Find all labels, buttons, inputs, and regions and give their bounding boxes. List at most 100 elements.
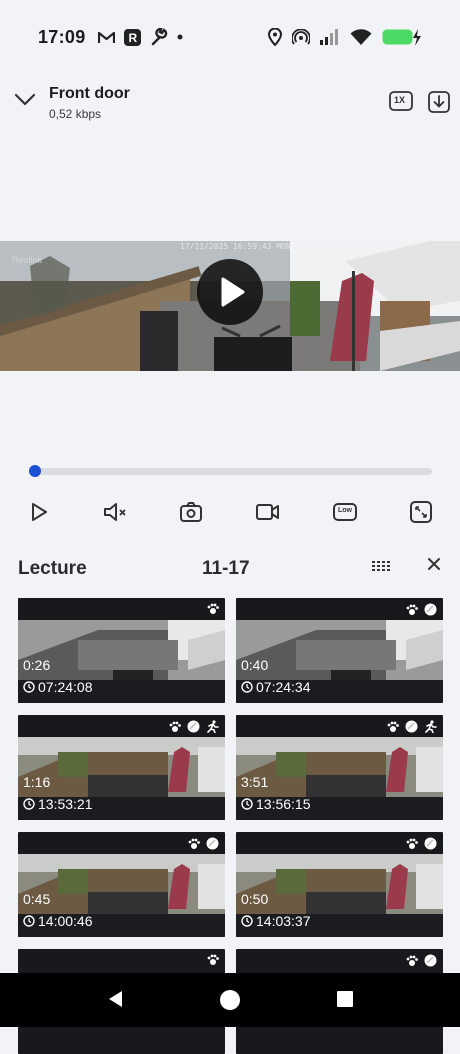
play-icon (221, 277, 245, 307)
vehicle-detection-icon (187, 720, 200, 733)
vehicle-detection-icon (424, 603, 437, 616)
speed-button[interactable]: 1X (389, 91, 413, 111)
quality-button[interactable]: Low (329, 497, 361, 527)
record-button[interactable] (252, 497, 284, 527)
recording-clip[interactable]: 3:51 13:56:15 (236, 715, 443, 820)
pet-detection-icon (406, 838, 418, 850)
system-nav-bar (0, 973, 460, 1027)
fullscreen-icon (410, 501, 432, 523)
pet-detection-icon (207, 603, 219, 615)
clock-icon (241, 915, 253, 927)
r-app-icon: R (123, 28, 141, 46)
pet-detection-icon (207, 954, 219, 966)
vehicle-detection-icon (424, 837, 437, 850)
clip-time: 07:24:08 (23, 679, 93, 695)
svg-text:R: R (128, 31, 137, 45)
wrench-icon (150, 28, 168, 46)
event-badges (387, 720, 437, 733)
person-detection-icon (206, 720, 219, 733)
clip-time: 14:00:46 (23, 913, 93, 929)
clip-start-time: 07:24:08 (38, 679, 93, 695)
clip-duration: 1:16 (23, 774, 51, 790)
snapshot-button[interactable] (175, 497, 207, 527)
camera-header: Front door 0,52 kbps 1X (0, 80, 460, 128)
dot-icon (177, 34, 183, 40)
video-timestamp: 17/11/2025 16:59:43 MON (180, 242, 291, 251)
recording-clip[interactable]: 0:50 14:03:37 (236, 832, 443, 937)
hotspot-icon (292, 29, 310, 45)
clip-time: 07:24:34 (241, 679, 311, 695)
signal-icon (320, 29, 340, 45)
clock-icon (241, 681, 253, 693)
battery-charging-icon (382, 28, 422, 46)
pet-detection-icon (406, 955, 418, 967)
back-icon[interactable] (106, 989, 126, 1009)
progress-knob[interactable] (29, 465, 41, 477)
pet-detection-icon (169, 721, 181, 733)
clip-duration: 0:45 (23, 891, 51, 907)
snapshot-icon (180, 502, 202, 522)
clip-duration: 3:51 (241, 774, 269, 790)
status-bar: 17:09 R (0, 0, 460, 74)
event-badges (406, 954, 437, 967)
clip-duration: 0:50 (241, 891, 269, 907)
video-player[interactable]: Reolink 17/11/2025 16:59:43 MON (0, 241, 460, 371)
event-badges (188, 837, 219, 850)
clock-icon (23, 798, 35, 810)
recording-clip[interactable]: 0:26 07:24:08 (18, 598, 225, 703)
camera-title: Front door (49, 85, 130, 102)
recents-icon[interactable] (335, 989, 355, 1009)
play-overlay-button[interactable] (197, 259, 263, 325)
clip-start-time: 07:24:34 (256, 679, 311, 695)
event-badges (406, 603, 437, 616)
recording-clip[interactable]: 0:45 14:00:46 (18, 832, 225, 937)
recordings-header: Lecture 11-17 (0, 550, 460, 590)
clip-start-time: 14:00:46 (38, 913, 93, 929)
chevron-down-icon[interactable] (12, 88, 38, 110)
status-time: 17:09 (38, 26, 86, 47)
play-button[interactable] (22, 497, 54, 527)
recordings-label: Lecture (18, 558, 87, 579)
bitrate-label: 0,52 kbps (49, 107, 102, 121)
clip-time: 13:56:15 (241, 796, 311, 812)
event-badges (169, 720, 219, 733)
clock-icon (23, 681, 35, 693)
clip-duration: 0:26 (23, 657, 51, 673)
play-icon (32, 503, 47, 521)
pet-detection-icon (188, 838, 200, 850)
close-icon[interactable] (425, 555, 443, 573)
clock-icon (241, 798, 253, 810)
clip-duration: 0:40 (241, 657, 269, 673)
home-icon[interactable] (219, 989, 241, 1011)
event-badges (207, 603, 219, 615)
speed-label: 1X (394, 95, 406, 105)
event-badges (406, 837, 437, 850)
recordings-date[interactable]: 11-17 (202, 558, 250, 580)
progress-track[interactable] (29, 468, 432, 475)
clock-icon (23, 915, 35, 927)
grid-view-icon[interactable] (370, 556, 392, 576)
vehicle-detection-icon (206, 837, 219, 850)
quality-label: Low (338, 507, 352, 514)
pet-detection-icon (387, 721, 399, 733)
recording-clip[interactable]: 1:16 13:53:21 (18, 715, 225, 820)
video-watermark: Reolink (12, 255, 43, 265)
mute-button[interactable] (100, 497, 132, 527)
clip-start-time: 14:03:37 (256, 913, 311, 929)
wifi-icon (350, 28, 372, 46)
recording-clip[interactable]: 0:40 07:24:34 (236, 598, 443, 703)
event-badges (207, 954, 219, 966)
mute-icon (104, 503, 126, 521)
person-detection-icon (424, 720, 437, 733)
gmail-icon (97, 31, 115, 44)
vehicle-detection-icon (424, 954, 437, 967)
clip-time: 14:03:37 (241, 913, 311, 929)
location-icon (268, 28, 282, 46)
playback-progress[interactable] (29, 465, 432, 477)
pet-detection-icon (406, 604, 418, 616)
download-icon[interactable] (428, 91, 450, 113)
playback-controls: Low (0, 497, 460, 529)
fullscreen-button[interactable] (405, 497, 437, 527)
record-icon (256, 504, 279, 520)
clip-time: 13:53:21 (23, 796, 93, 812)
